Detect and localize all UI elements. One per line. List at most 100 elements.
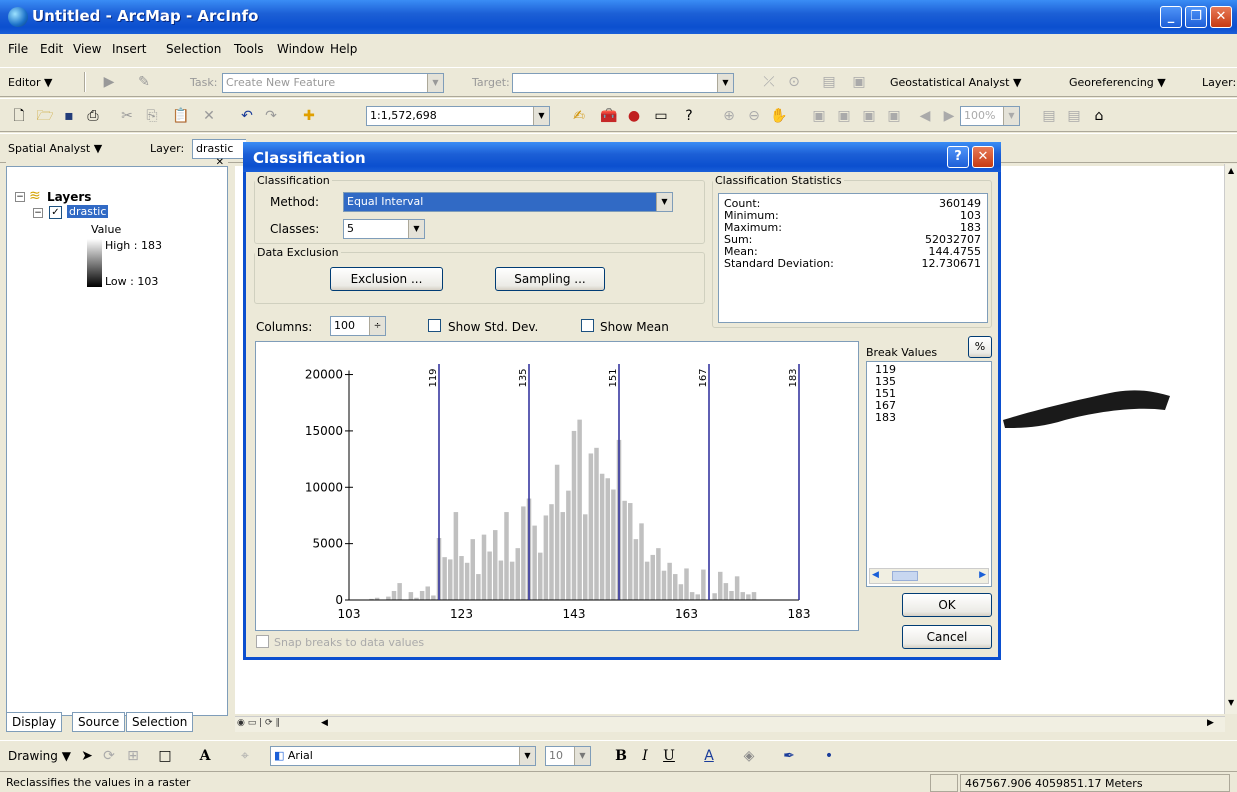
command-line-icon[interactable]: ▭ bbox=[652, 107, 670, 125]
menu-view[interactable]: View bbox=[73, 42, 101, 56]
font-dropdown[interactable]: ◧ Arial ▼ bbox=[270, 746, 536, 766]
spatial-analyst-menu[interactable]: Spatial Analyst ▼ bbox=[8, 142, 102, 155]
redo-icon[interactable]: ↷ bbox=[262, 107, 280, 125]
histogram-panel[interactable]: 0 5000 10000 15000 20000 103 123 143 163 183 119 13… bbox=[255, 341, 859, 631]
help-button[interactable]: ? bbox=[947, 146, 969, 168]
layer-visibility-checkbox[interactable]: ✓ bbox=[49, 206, 62, 219]
scroll-right-icon[interactable]: ▶ bbox=[979, 570, 986, 580]
sampling-button[interactable]: Sampling ... bbox=[495, 267, 605, 291]
break-values-hscrollbar[interactable]: ◀ ▶ bbox=[869, 568, 989, 584]
cut-icon[interactable]: ✂ bbox=[118, 107, 136, 125]
editor-toolbar-icon[interactable]: ✍ bbox=[570, 107, 588, 125]
fill-color-icon[interactable]: ◈ bbox=[740, 747, 758, 765]
arccatalog-icon[interactable]: ● bbox=[625, 107, 643, 125]
underline-icon[interactable]: U bbox=[660, 747, 678, 765]
scroll-thumb[interactable] bbox=[892, 571, 918, 581]
map-scale-dropdown[interactable]: 1:1,572,698 ▼ bbox=[366, 106, 550, 126]
menu-selection[interactable]: Selection bbox=[166, 42, 221, 56]
snap-breaks-checkbox[interactable] bbox=[256, 635, 269, 648]
line-color-icon[interactable]: ✒ bbox=[780, 747, 798, 765]
page-extent-icon[interactable]: ▣ bbox=[885, 107, 903, 125]
arctoolbox-icon[interactable]: 🧰 bbox=[600, 107, 618, 125]
scroll-right-icon[interactable]: ▶ bbox=[1207, 718, 1214, 728]
rectangle-icon[interactable]: □ bbox=[156, 747, 174, 765]
text-tool-icon[interactable]: A bbox=[196, 747, 214, 765]
scroll-down-icon[interactable]: ▼ bbox=[1228, 698, 1234, 707]
show-mean-checkbox[interactable] bbox=[581, 319, 594, 332]
percent-toggle-button[interactable]: % bbox=[968, 336, 992, 358]
view-toggle-icons[interactable]: ◉ ▭ | ⟳ ∥ bbox=[237, 718, 280, 728]
cancel-button[interactable]: Cancel bbox=[902, 625, 992, 649]
fixed-zoom-out-icon[interactable]: ▣ bbox=[835, 107, 853, 125]
select-elements-icon[interactable]: ➤ bbox=[78, 747, 96, 765]
menu-help[interactable]: Help bbox=[330, 42, 357, 56]
histogram-chart[interactable]: 0 5000 10000 15000 20000 103 123 143 163 183 119 13… bbox=[256, 342, 860, 632]
back-extent-icon[interactable]: ◀ bbox=[916, 107, 934, 125]
full-extent-icon[interactable]: ▣ bbox=[860, 107, 878, 125]
menu-file[interactable]: File bbox=[8, 42, 28, 56]
font-size-dropdown[interactable]: 10 ▼ bbox=[545, 746, 591, 766]
map-horizontal-scrollbar[interactable]: ◉ ▭ | ⟳ ∥ ◀ ▶ bbox=[235, 716, 1225, 732]
tab-selection[interactable]: Selection bbox=[126, 712, 194, 732]
drawing-menu[interactable]: Drawing ▼ bbox=[8, 749, 71, 763]
add-data-icon[interactable]: ✚ bbox=[300, 107, 318, 125]
editor-menu[interactable]: Editor ▼ bbox=[8, 76, 53, 89]
menu-tools[interactable]: Tools bbox=[234, 42, 264, 56]
collapse-icon[interactable]: − bbox=[33, 208, 43, 218]
copy-icon[interactable]: ⎘ bbox=[143, 107, 161, 125]
focus-data-frame-icon[interactable]: ▤ bbox=[1065, 107, 1083, 125]
marker-color-icon[interactable]: • bbox=[820, 747, 838, 765]
fixed-zoom-in-icon[interactable]: ▣ bbox=[810, 107, 828, 125]
dialog-close-button[interactable]: ✕ bbox=[972, 146, 994, 168]
rotate-tool-icon[interactable]: ⊙ bbox=[785, 73, 803, 91]
georeferencing-menu[interactable]: Georeferencing ▼ bbox=[1069, 76, 1166, 89]
exclusion-button[interactable]: Exclusion ... bbox=[330, 267, 443, 291]
undo-icon[interactable]: ↶ bbox=[238, 107, 256, 125]
layout-zoom-dropdown[interactable]: 100% ▼ bbox=[960, 106, 1020, 126]
task-dropdown[interactable]: Create New Feature ▼ bbox=[222, 73, 444, 93]
print-icon[interactable]: ⎙ bbox=[84, 107, 102, 125]
sketch-tool-icon[interactable]: ✎ bbox=[135, 73, 153, 91]
delete-icon[interactable]: ✕ bbox=[200, 107, 218, 125]
save-icon[interactable]: ▪ bbox=[60, 107, 78, 125]
map-vertical-scrollbar[interactable]: ▲ ▼ bbox=[1224, 164, 1237, 714]
columns-spinner[interactable]: 100 ÷ bbox=[330, 316, 386, 336]
break-value-item[interactable]: 183 bbox=[875, 412, 896, 424]
close-button[interactable]: ✕ bbox=[1210, 6, 1232, 28]
edit-vertices-icon[interactable]: ⌖ bbox=[236, 747, 254, 765]
break-values-list[interactable]: 119 135 151 167 183 ◀ ▶ bbox=[866, 361, 992, 587]
edit-tool-icon[interactable]: ▶ bbox=[100, 73, 118, 91]
pan-layout-icon[interactable]: ✋ bbox=[770, 107, 788, 125]
tab-display[interactable]: Display bbox=[6, 712, 63, 732]
target-dropdown[interactable]: ▼ bbox=[512, 73, 734, 93]
menu-insert[interactable]: Insert bbox=[112, 42, 146, 56]
maximize-button[interactable]: ❐ bbox=[1185, 6, 1207, 28]
new-document-icon[interactable]: 🗋 bbox=[10, 107, 28, 125]
menu-edit[interactable]: Edit bbox=[40, 42, 63, 56]
split-tool-icon[interactable]: ⤫ bbox=[760, 73, 778, 91]
minimize-button[interactable]: _ bbox=[1160, 6, 1182, 28]
rotate-icon[interactable]: ⟳ bbox=[100, 747, 118, 765]
forward-extent-icon[interactable]: ▶ bbox=[940, 107, 958, 125]
bold-icon[interactable]: B bbox=[612, 747, 630, 765]
whats-this-icon[interactable]: ? bbox=[680, 107, 698, 125]
show-std-dev-checkbox[interactable] bbox=[428, 319, 441, 332]
collapse-icon[interactable]: − bbox=[15, 192, 25, 202]
sketch-properties-icon[interactable]: ▣ bbox=[850, 73, 868, 91]
scroll-left-icon[interactable]: ◀ bbox=[321, 718, 328, 728]
classes-dropdown[interactable]: 5 ▼ bbox=[343, 219, 425, 239]
toggle-draft-icon[interactable]: ▤ bbox=[1040, 107, 1058, 125]
scroll-up-icon[interactable]: ▲ bbox=[1228, 166, 1234, 175]
zoom-in-layout-icon[interactable]: ⊕ bbox=[720, 107, 738, 125]
attributes-icon[interactable]: ▤ bbox=[820, 73, 838, 91]
ok-button[interactable]: OK bbox=[902, 593, 992, 617]
menu-window[interactable]: Window bbox=[277, 42, 324, 56]
paste-icon[interactable]: 📋 bbox=[172, 107, 190, 125]
geostatistical-analyst-menu[interactable]: Geostatistical Analyst ▼ bbox=[890, 76, 1021, 89]
change-layout-icon[interactable]: ⌂ bbox=[1090, 107, 1108, 125]
layer-name-drastic[interactable]: drastic bbox=[67, 205, 109, 218]
font-color-icon[interactable]: A bbox=[700, 747, 718, 765]
method-dropdown[interactable]: Equal Interval ▼ bbox=[343, 192, 673, 212]
layer-dropdown[interactable]: drastic bbox=[192, 139, 246, 159]
scroll-left-icon[interactable]: ◀ bbox=[872, 570, 879, 580]
